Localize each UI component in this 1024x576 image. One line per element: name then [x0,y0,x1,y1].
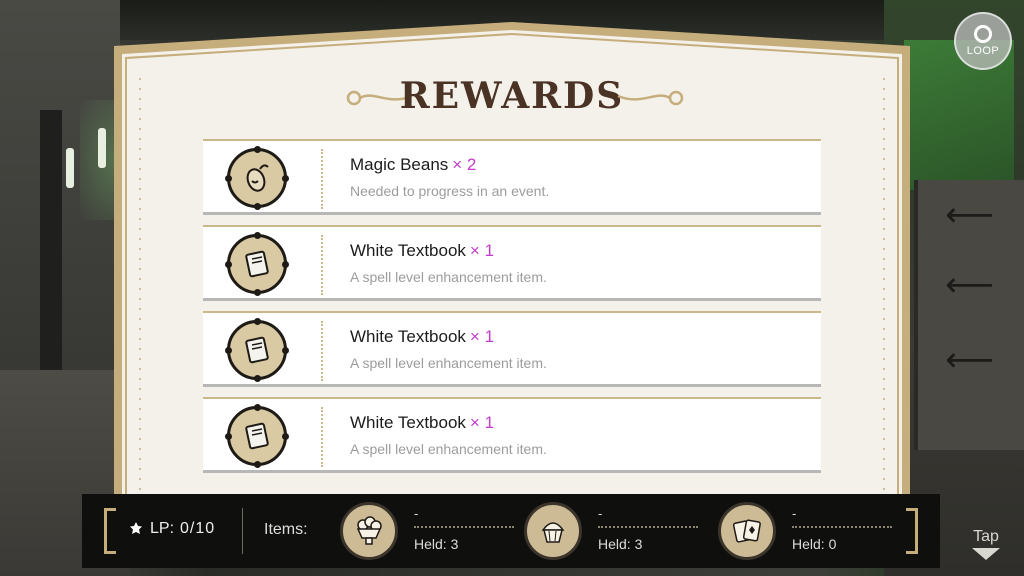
reward-name-line: White Textbook × 1 [350,413,494,433]
white-textbook-icon [225,318,289,382]
item-slot-cards[interactable]: - Held: 0 [718,502,898,562]
reward-quantity: × 1 [469,413,495,432]
divider [321,321,323,381]
divider [242,508,243,554]
divider [321,149,323,209]
lp-value: 0/10 [180,520,216,537]
reward-name-line: White Textbook × 1 [350,241,494,261]
reward-name: White Textbook [350,413,466,432]
reward-name: Magic Beans [350,155,449,174]
lp-counter: LP: 0/10 [128,520,215,538]
chevron-down-icon [972,548,1000,560]
items-label: Items: [264,521,308,538]
dotted-line [414,526,514,528]
reward-description: Needed to progress in an event. [350,183,550,199]
divider [321,407,323,467]
reward-item: Magic Beans × 2 Needed to progress in an … [203,139,821,215]
reward-name-line: White Textbook × 1 [350,327,494,347]
item-name: - [792,506,797,521]
reward-quantity: × 1 [469,241,495,260]
magic-beans-icon [225,146,289,210]
item-name: - [598,506,603,521]
lp-label: LP: [150,520,175,537]
item-held-count: Held: 3 [598,536,643,552]
tap-label: Tap [973,528,999,545]
lp-icon [130,522,142,534]
item-slot-popcorn[interactable]: - Held: 3 [340,502,520,562]
page-title: REWARDS [399,75,625,117]
bracket-left [104,508,116,554]
reward-name: White Textbook [350,241,466,260]
item-name: - [414,506,419,521]
reward-description: A spell level enhancement item. [350,355,547,371]
item-held-count: Held: 3 [414,536,459,552]
status-bar: LP: 0/10 Items: - Held: 3 - Held: 3 - He… [82,494,940,568]
title-swirl-right-icon [617,90,684,106]
playing-cards-icon [718,502,776,560]
divider [321,235,323,295]
item-slot-cupcake[interactable]: - Held: 3 [524,502,704,562]
reward-quantity: × 1 [469,327,495,346]
popcorn-bowl-icon [340,502,398,560]
reward-item: White Textbook × 1 A spell level enhancem… [203,397,821,473]
reward-quantity: × 2 [452,155,477,174]
reward-item: White Textbook × 1 A spell level enhancem… [203,311,821,387]
dotted-line [598,526,698,528]
reward-description: A spell level enhancement item. [350,441,547,457]
item-held-count: Held: 0 [792,536,837,552]
bracket-right [906,508,918,554]
tap-to-continue[interactable]: Tap [964,528,1008,560]
cupcake-icon [524,502,582,560]
reward-item: White Textbook × 1 A spell level enhancem… [203,225,821,301]
reward-list: Magic Beans × 2 Needed to progress in an … [203,139,821,483]
white-textbook-icon [225,404,289,468]
white-textbook-icon [225,232,289,296]
reward-name: White Textbook [350,327,466,346]
reward-description: A spell level enhancement item. [350,269,547,285]
dotted-line [792,526,892,528]
reward-name-line: Magic Beans × 2 [350,155,476,175]
